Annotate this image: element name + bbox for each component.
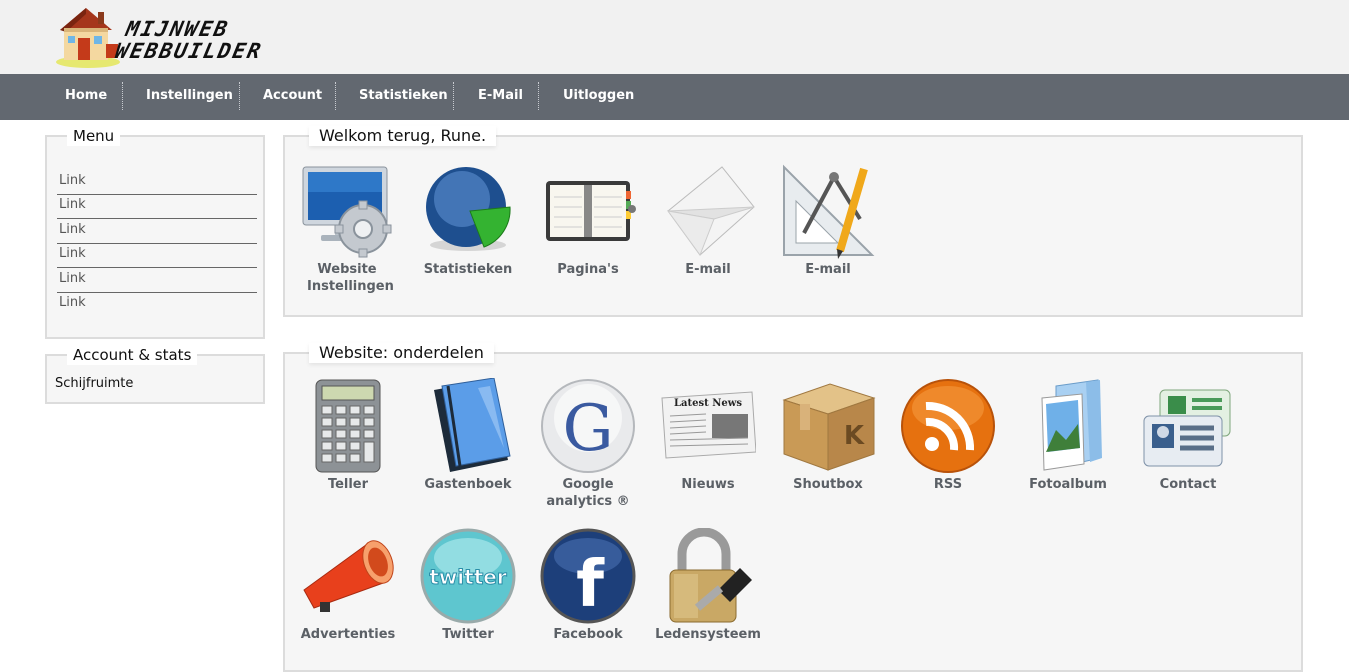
nav-email[interactable]: E-Mail [478, 74, 523, 120]
tile-statistieken[interactable]: Statistieken [408, 163, 528, 278]
drafting-tools-icon [780, 163, 876, 259]
tile-gastenboek[interactable]: Gastenboek [408, 377, 528, 493]
site-logo[interactable]: MIJNWEB WEBBUILDER [54, 4, 294, 68]
contact-card-icon [1140, 378, 1236, 474]
tile-label: E-mail [685, 262, 731, 277]
tile-email-tools[interactable]: E-mail [768, 163, 888, 278]
tile-contact[interactable]: Contact [1128, 378, 1248, 493]
tile-twitter[interactable]: twitter Twitter [408, 528, 528, 643]
welcome-title: Welkom terug, Rune. [309, 126, 497, 146]
book-icon [420, 377, 516, 474]
nav-statistieken[interactable]: Statistieken [359, 74, 448, 120]
nav-separator [122, 82, 123, 110]
tile-website-instellingen[interactable]: Website Instellingen [287, 163, 407, 295]
nav-uitloggen[interactable]: Uitloggen [563, 74, 634, 120]
tile-label: Facebook [553, 627, 623, 642]
nav-separator [239, 82, 240, 110]
main-nav: Home Instellingen Account Statistieken E… [0, 74, 1349, 120]
tile-label: Statistieken [423, 262, 513, 277]
tile-advertenties[interactable]: Advertenties [288, 528, 408, 643]
tile-label: Teller [327, 477, 369, 492]
tile-ledensysteem[interactable]: Ledensysteem [648, 527, 768, 643]
photo-folder-icon [1020, 378, 1116, 474]
tile-shoutbox[interactable]: K Shoutbox [768, 378, 888, 493]
account-stats-title: Account & stats [67, 345, 198, 365]
notebook-icon [540, 163, 636, 259]
menu-link[interactable]: Link [57, 244, 257, 268]
monitor-gear-icon [299, 163, 395, 259]
tile-teller[interactable]: Teller [288, 378, 408, 493]
newspaper-headline: Latest News [674, 398, 742, 409]
menu-title: Menu [67, 126, 121, 146]
header: MIJNWEB WEBBUILDER [0, 0, 1349, 74]
nav-account[interactable]: Account [263, 74, 322, 120]
menu-link[interactable]: Link [57, 293, 257, 317]
nav-separator [335, 82, 336, 110]
account-stats-box: Account & stats Schijfruimte [45, 345, 265, 404]
google-icon: G [540, 378, 636, 474]
tile-label: Website Instellingen [307, 262, 394, 294]
logo-text: MIJNWEB WEBBUILDER [113, 17, 269, 63]
rss-icon [900, 378, 996, 474]
box-icon: K [780, 378, 876, 474]
facebook-icon: f [540, 528, 636, 624]
tile-label: Advertenties [300, 627, 396, 642]
tile-label: Ledensysteem [655, 627, 761, 642]
tile-email[interactable]: E-mail [648, 163, 768, 278]
google-letter: G [562, 392, 613, 466]
menu-link[interactable]: Link [57, 269, 257, 293]
megaphone-icon [300, 528, 396, 624]
disk-space-label: Schijfruimte [55, 376, 134, 391]
twitter-word: twitter [429, 565, 507, 589]
padlock-key-icon [660, 527, 756, 624]
parts-title: Website: onderdelen [309, 343, 494, 363]
nav-separator [453, 82, 454, 110]
welcome-box: Welkom terug, Rune. Website Instellingen [283, 126, 1303, 317]
nav-separator [538, 82, 539, 110]
nav-instellingen[interactable]: Instellingen [146, 74, 233, 120]
tile-paginas[interactable]: Pagina's [528, 163, 648, 278]
facebook-letter: f [576, 548, 605, 622]
tile-label: Google analytics ® [546, 477, 630, 509]
calculator-icon [300, 378, 396, 474]
menu-link[interactable]: Link [57, 195, 257, 219]
parts-box: Website: onderdelen Teller Gastenboek G … [283, 343, 1303, 672]
tile-google-analytics[interactable]: G Google analytics ® [528, 378, 648, 510]
pie-chart-icon [420, 163, 516, 259]
logo-line-2: WEBBUILDER [113, 39, 265, 63]
menu-link[interactable]: Link [57, 220, 257, 244]
tile-label: Twitter [442, 627, 494, 642]
logo-line-1: MIJNWEB [123, 17, 232, 41]
svg-text:K: K [844, 421, 865, 451]
menu-box: Menu Link Link Link Link Link Link [45, 126, 265, 339]
tile-nieuws[interactable]: Latest News Nieuws [648, 378, 768, 493]
tile-label: Contact [1159, 477, 1217, 492]
tile-label: E-mail [805, 262, 851, 277]
tile-label: RSS [933, 477, 963, 492]
tile-rss[interactable]: RSS [888, 378, 1008, 493]
nav-home[interactable]: Home [65, 74, 107, 120]
tile-label: Gastenboek [424, 477, 512, 492]
tile-label: Pagina's [557, 262, 619, 277]
menu-link[interactable]: Link [57, 171, 257, 195]
tile-facebook[interactable]: f Facebook [528, 528, 648, 643]
tile-label: Fotoalbum [1029, 477, 1107, 492]
tile-label: Shoutbox [793, 477, 863, 492]
envelope-icon [660, 163, 756, 259]
tile-fotoalbum[interactable]: Fotoalbum [1008, 378, 1128, 493]
tile-label: Nieuws [681, 477, 735, 492]
twitter-icon: twitter [420, 528, 516, 624]
newspaper-icon: Latest News [660, 378, 757, 474]
